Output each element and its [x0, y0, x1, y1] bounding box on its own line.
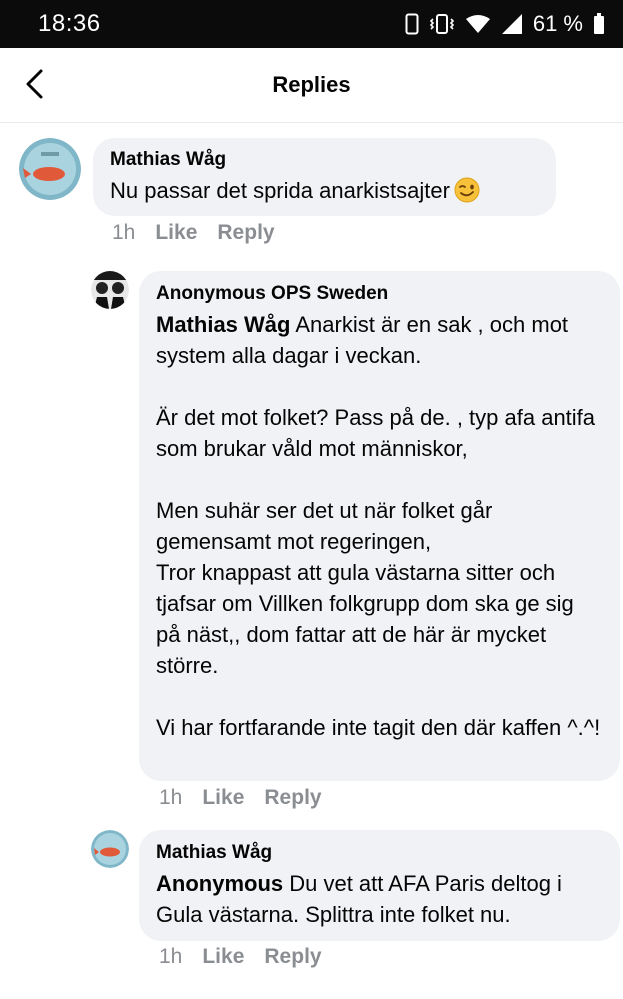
status-bar: 18:36 61 %	[0, 0, 623, 48]
comment-time: 1h	[159, 786, 183, 809]
comment-author[interactable]: Mathias Wåg	[156, 842, 604, 864]
paragraph: Tror knappast att gula västarna sitter o…	[156, 560, 574, 678]
comment-time: 1h	[159, 945, 183, 968]
signal-icon	[501, 13, 523, 35]
page-title: Replies	[272, 72, 351, 97]
comment-bubble: Mathias Wåg Nu passar det sprida anarkis…	[93, 138, 556, 216]
avatar[interactable]	[91, 271, 129, 309]
comment-actions: 1h Like Reply	[159, 786, 322, 810]
comment-bubble: Anonymous OPS Sweden Mathias Wåg Anarkis…	[139, 271, 620, 781]
reply-button[interactable]: Reply	[217, 221, 274, 245]
status-time: 18:36	[38, 10, 101, 37]
like-button[interactable]: Like	[155, 221, 197, 245]
comment-bubble: Mathias Wåg Anonymous Du vet att AFA Par…	[139, 830, 620, 941]
comment-actions: 1h Like Reply	[159, 945, 322, 969]
like-button[interactable]: Like	[202, 786, 244, 810]
vibrate-icon	[429, 13, 455, 35]
comment-text: Nu passar det sprida anarkistsajter	[110, 175, 538, 206]
comment-text: Anonymous Du vet att AFA Paris deltog i …	[156, 871, 562, 927]
comment-actions: 1h Like Reply	[112, 221, 275, 245]
comment-author[interactable]: Mathias Wåg	[110, 149, 538, 171]
paragraph: Mathias Wåg Anarkist är en sak , och mot…	[156, 312, 569, 368]
battery-level: 61 %	[532, 11, 583, 36]
comment-text: Mathias Wåg Anarkist är en sak , och mot…	[156, 309, 604, 743]
status-icons: 61 %	[405, 9, 605, 39]
comment-author[interactable]: Anonymous OPS Sweden	[156, 283, 604, 305]
paragraph: Är det mot folket? Pass på de. , typ afa…	[156, 405, 596, 461]
like-button[interactable]: Like	[202, 945, 244, 969]
mention-link[interactable]: Mathias Wåg	[156, 312, 290, 337]
comment-time: 1h	[112, 221, 136, 244]
avatar[interactable]	[19, 138, 81, 200]
reply-button[interactable]: Reply	[264, 786, 321, 810]
winking-face-icon	[454, 177, 480, 203]
header: Replies	[0, 48, 623, 123]
avatar[interactable]	[91, 830, 129, 868]
mention-link[interactable]: Anonymous	[156, 871, 283, 896]
wifi-icon	[465, 14, 491, 34]
reply-button[interactable]: Reply	[264, 945, 321, 969]
paragraph: Vi har fortfarande inte tagit den där ka…	[156, 715, 601, 740]
paragraph: Men suhär ser det ut när folket går geme…	[156, 498, 493, 554]
battery-icon	[593, 13, 605, 35]
screenshot-icon	[405, 13, 419, 35]
